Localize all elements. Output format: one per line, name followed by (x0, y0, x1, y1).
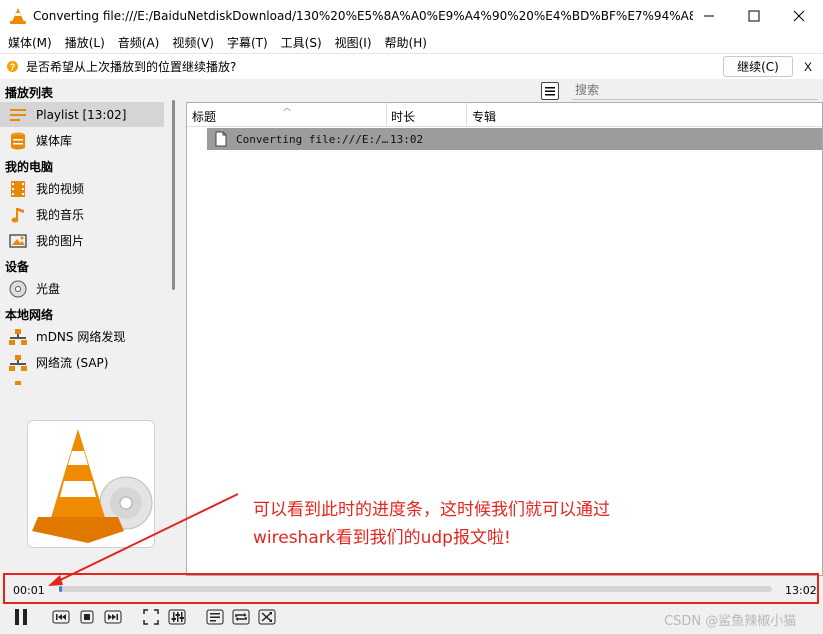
seek-slider[interactable] (59, 586, 772, 592)
seek-bar-highlight: 00:01 13:02 (3, 573, 819, 604)
annotation-arrow (48, 493, 239, 586)
fullscreen-icon (143, 609, 159, 625)
next-button[interactable] (102, 606, 124, 628)
playlist-icon (206, 609, 224, 625)
equalizer-icon (168, 609, 186, 625)
stop-button[interactable] (76, 606, 98, 628)
previous-button[interactable] (50, 606, 72, 628)
shuffle-button[interactable] (256, 606, 278, 628)
watermark: CSDN @鲨鱼辣椒小猫 (664, 614, 797, 629)
skip-back-icon (52, 610, 70, 624)
toggle-playlist-button[interactable] (204, 606, 226, 628)
elapsed-time: 00:01 (13, 584, 45, 597)
pause-icon (15, 609, 27, 625)
skip-forward-icon (104, 610, 122, 624)
fullscreen-button[interactable] (140, 606, 162, 628)
pause-button[interactable] (10, 606, 32, 628)
seek-progress-fill (59, 586, 62, 592)
loop-button[interactable] (230, 606, 252, 628)
total-time: 13:02 (785, 584, 817, 597)
loop-icon (232, 609, 250, 625)
stop-icon (80, 610, 94, 624)
shuffle-icon (258, 609, 276, 625)
extended-settings-button[interactable] (166, 606, 188, 628)
